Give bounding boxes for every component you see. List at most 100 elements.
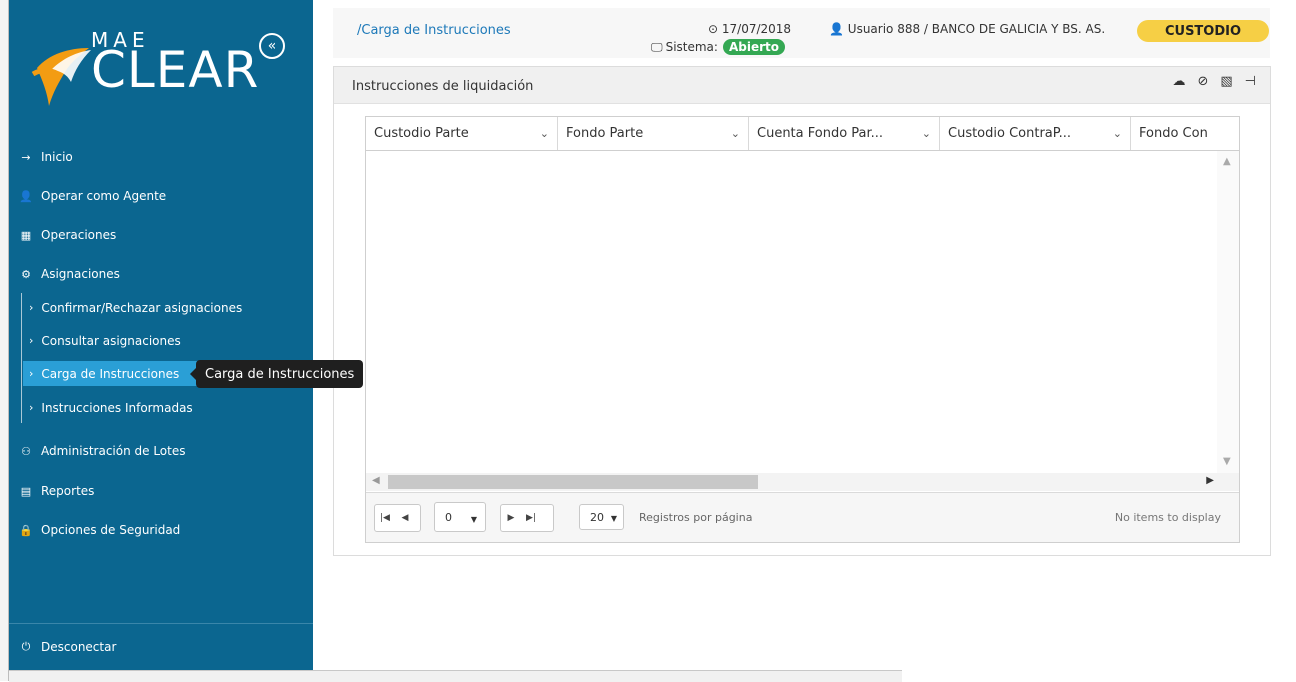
- chevron-right-icon: ›: [29, 401, 34, 414]
- prev-page-icon[interactable]: ◀: [395, 505, 415, 531]
- column-header-cuenta-fondo-parte[interactable]: Cuenta Fondo Par... ⌄: [749, 117, 940, 150]
- file-icon: ▤: [20, 484, 32, 498]
- left-edge-strip: [0, 0, 8, 681]
- browser-status-bar: [9, 670, 902, 682]
- grid-pager: |◀ ◀ 0 ▼ ▶ ▶| 20 ▼ Registros por página …: [366, 492, 1239, 542]
- sidebar-item-label: Administración de Lotes: [41, 444, 186, 458]
- sidebar-subitem-label: Carga de Instrucciones: [41, 366, 180, 381]
- vertical-scrollbar[interactable]: ▲ ▼: [1217, 151, 1239, 473]
- sidebar-item-label: Opciones de Seguridad: [41, 523, 181, 537]
- sidebar-subitem-label: Consultar asignaciones: [41, 333, 181, 348]
- column-header-fondo-contraparte[interactable]: Fondo Con: [1131, 117, 1239, 150]
- sidebar-item-label: Reportes: [41, 484, 95, 498]
- sidebar-item-label: Desconectar: [41, 640, 117, 654]
- page-number-select[interactable]: 0 ▼: [434, 502, 486, 532]
- chevron-right-icon: ›: [29, 301, 34, 314]
- date-display: ⊙ 17/07/2018: [708, 22, 791, 36]
- sidebar-subitem-consultar-asignaciones[interactable]: › Consultar asignaciones: [23, 328, 305, 353]
- column-header-label: Fondo Parte: [566, 126, 644, 141]
- sidebar-item-label: Inicio: [41, 150, 73, 164]
- sitemap-icon: ⚙: [21, 267, 31, 281]
- panel-title: Instrucciones de liquidación: [352, 79, 534, 94]
- user-name: Usuario 888 / BANCO DE GALICIA Y BS. AS.: [847, 22, 1106, 36]
- chevron-down-icon[interactable]: ⌄: [1113, 127, 1122, 140]
- scroll-right-icon[interactable]: ▶: [1206, 475, 1214, 486]
- column-header-label: Cuenta Fondo Par...: [757, 126, 884, 141]
- system-label: Sistema:: [665, 40, 718, 54]
- caret-down-icon: ▼: [470, 515, 477, 524]
- instructions-grid: Custodio Parte ⌄ Fondo Parte ⌄ Cuenta Fo…: [365, 116, 1240, 543]
- sidebar-subitem-label: Confirmar/Rechazar asignaciones: [41, 300, 243, 315]
- next-page-icon[interactable]: ▶: [501, 505, 521, 531]
- lock-icon: 🔒: [19, 523, 33, 537]
- breadcrumb[interactable]: /Carga de Instrucciones: [357, 23, 511, 38]
- instructions-panel: Instrucciones de liquidación ☁ ⊘ ▧ ⊣ Cus…: [333, 66, 1271, 556]
- check-circle-icon[interactable]: ⊘: [1197, 74, 1208, 89]
- user-icon: 👤: [19, 189, 33, 203]
- cloud-upload-icon[interactable]: ☁: [1172, 74, 1185, 89]
- pager-first-prev: |◀ ◀: [374, 504, 421, 532]
- chevron-right-icon: ›: [29, 367, 34, 380]
- page-size-select[interactable]: 20 ▼: [579, 504, 624, 530]
- column-header-custodio-contraparte[interactable]: Custodio ContraP... ⌄: [940, 117, 1131, 150]
- logo-clear-text: CLEAR: [91, 41, 260, 99]
- logo-bird-icon: [31, 48, 91, 106]
- last-page-icon[interactable]: ▶|: [521, 505, 541, 531]
- scroll-up-icon[interactable]: ▲: [1223, 156, 1231, 167]
- sidebar-item-opciones-de-seguridad[interactable]: 🔒 Opciones de Seguridad: [9, 518, 313, 542]
- sidebar-item-label: Operaciones: [41, 228, 117, 242]
- horizontal-scrollbar[interactable]: ◀ ▶: [366, 473, 1239, 491]
- first-page-icon[interactable]: |◀: [375, 505, 395, 531]
- scroll-left-icon[interactable]: ◀: [372, 475, 380, 486]
- th-large-icon: ▦: [20, 228, 32, 242]
- date-value: 17/07/2018: [721, 22, 792, 36]
- user-icon: 👤: [829, 22, 844, 36]
- chevron-right-icon: ›: [29, 334, 34, 347]
- sidebar-item-inicio[interactable]: → Inicio: [9, 145, 313, 169]
- chevron-down-icon[interactable]: ⌄: [922, 127, 931, 140]
- page-size-value: 20: [590, 510, 604, 524]
- sidebar-item-operar-como-agente[interactable]: 👤 Operar como Agente: [9, 184, 313, 208]
- sidebar-item-label: Asignaciones: [41, 267, 120, 281]
- pager-next-last: ▶ ▶|: [500, 504, 554, 532]
- collapse-sidebar-icon[interactable]: «: [259, 33, 285, 59]
- role-badge: CUSTODIO: [1137, 20, 1269, 42]
- top-bar: /Carga de Instrucciones ⊙ 17/07/2018 🖵 S…: [333, 8, 1270, 58]
- horizontal-scroll-thumb[interactable]: [388, 475, 758, 489]
- sidebar-item-desconectar[interactable]: ⏻ Desconectar: [9, 635, 313, 659]
- power-icon: ⏻: [21, 640, 31, 653]
- monitor-icon: 🖵: [651, 39, 663, 54]
- panel-toolbar: ☁ ⊘ ▧ ⊣: [1172, 74, 1256, 89]
- sidebar-subitem-instrucciones-informadas[interactable]: › Instrucciones Informadas: [23, 395, 305, 420]
- system-status-badge: Abierto: [722, 39, 785, 55]
- panel-header: Instrucciones de liquidación ☁ ⊘ ▧ ⊣: [334, 67, 1270, 104]
- sidebar-divider: [9, 623, 313, 624]
- sidebar-item-label: Operar como Agente: [41, 189, 167, 203]
- column-header-custodio-parte[interactable]: Custodio Parte ⌄: [366, 117, 558, 150]
- pdf-file-icon[interactable]: ▧: [1220, 74, 1232, 89]
- sidebar-subitem-label: Instrucciones Informadas: [41, 400, 193, 415]
- page-number-value: 0: [445, 510, 452, 524]
- column-header-fondo-parte[interactable]: Fondo Parte ⌄: [558, 117, 749, 150]
- sidebar-item-operaciones[interactable]: ▦ Operaciones: [9, 223, 313, 247]
- no-items-label: No items to display: [1114, 511, 1221, 524]
- cubes-icon: ⚇: [21, 444, 31, 458]
- sidebar-item-asignaciones[interactable]: ⚙ Asignaciones: [9, 262, 313, 286]
- sidebar-item-administracion-de-lotes[interactable]: ⚇ Administración de Lotes: [9, 439, 313, 463]
- pin-icon[interactable]: ⊣: [1245, 74, 1256, 89]
- sidebar-item-reportes[interactable]: ▤ Reportes: [9, 479, 313, 503]
- sidebar-subitem-confirmar-rechazar[interactable]: › Confirmar/Rechazar asignaciones: [23, 295, 305, 320]
- column-header-label: Custodio Parte: [374, 126, 469, 141]
- column-header-label: Custodio ContraP...: [948, 126, 1071, 141]
- submenu-rail: [21, 293, 22, 423]
- sidebar: MAE CLEAR « → Inicio 👤 Operar como Agent…: [9, 0, 313, 681]
- user-info: 👤 Usuario 888 / BANCO DE GALICIA Y BS. A…: [829, 22, 1105, 36]
- grid-header: Custodio Parte ⌄ Fondo Parte ⌄ Cuenta Fo…: [366, 117, 1239, 151]
- chevron-down-icon[interactable]: ⌄: [731, 127, 740, 140]
- logo: MAE CLEAR «: [9, 0, 313, 110]
- tooltip-carga-de-instrucciones: Carga de Instrucciones: [189, 360, 364, 388]
- scroll-down-icon[interactable]: ▼: [1223, 456, 1231, 467]
- sign-in-icon: →: [21, 150, 31, 164]
- clock-icon: ⊙: [708, 22, 719, 36]
- chevron-down-icon[interactable]: ⌄: [540, 127, 549, 140]
